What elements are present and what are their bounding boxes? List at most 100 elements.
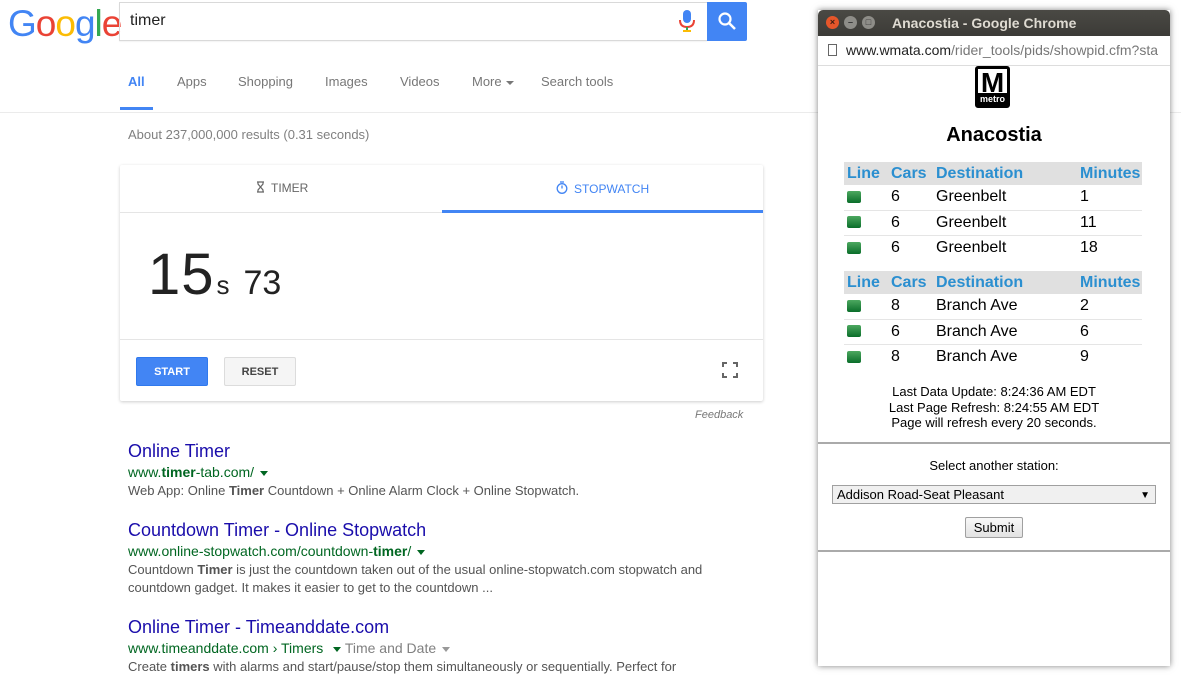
stopwatch-tabbar: TIMER STOPWATCH xyxy=(120,165,763,213)
divider xyxy=(818,442,1170,444)
arrivals-table: Line Cars Destination Minutes 8 Branch A… xyxy=(844,271,1142,369)
header-minutes: Minutes xyxy=(1077,162,1142,185)
snippet-text: Countdown xyxy=(128,562,198,577)
line-cell xyxy=(844,294,888,320)
snippet-text: with alarms and start/pause/stop them si… xyxy=(209,659,677,674)
tab-images[interactable]: Images xyxy=(325,74,368,89)
snippet-highlight: timers xyxy=(170,659,210,674)
chrome-popup-window: × – □ Anacostia - Google Chrome www.wmat… xyxy=(818,10,1170,666)
cars-cell: 8 xyxy=(888,294,933,320)
maximize-icon[interactable]: □ xyxy=(862,16,875,29)
stopwatch-seconds-unit: s xyxy=(216,270,230,300)
result-breadcrumb-source: Time and Date xyxy=(344,640,437,656)
line-cell xyxy=(844,185,888,211)
header-destination: Destination xyxy=(933,162,1077,185)
divider xyxy=(120,339,763,340)
result-title[interactable]: Countdown Timer - Online Stopwatch xyxy=(128,520,748,541)
result-title[interactable]: Online Timer xyxy=(128,441,748,462)
tab-more[interactable]: More xyxy=(472,74,514,89)
cars-cell: 6 xyxy=(888,319,933,345)
tab-videos[interactable]: Videos xyxy=(400,74,440,89)
screen: Google timer All Apps Shopping Images Vi… xyxy=(0,0,1181,675)
reset-button[interactable]: RESET xyxy=(224,357,296,386)
station-select[interactable]: Addison Road-Seat Pleasant ▼ xyxy=(832,485,1156,504)
snippet-text: Web App: Online xyxy=(128,483,229,498)
google-logo[interactable]: Google xyxy=(8,3,122,45)
header-minutes: Minutes xyxy=(1077,271,1142,294)
cars-cell: 6 xyxy=(891,238,900,256)
minimize-icon[interactable]: – xyxy=(844,16,857,29)
snippet-text: Countdown + Online Alarm Clock + Online … xyxy=(264,483,580,498)
microphone-icon[interactable] xyxy=(678,9,696,33)
tab-apps[interactable]: Apps xyxy=(177,74,207,89)
result-title[interactable]: Online Timer - Timeanddate.com xyxy=(128,617,748,638)
close-icon[interactable]: × xyxy=(826,16,839,29)
caret-down-icon[interactable] xyxy=(260,470,269,476)
table-row: 8 Branch Ave 2 xyxy=(844,294,1142,320)
address-host: www.wmata.com xyxy=(846,42,952,58)
result-url-text: www. xyxy=(128,464,162,480)
snippet-highlight: Timer xyxy=(197,562,233,577)
header-destination: Destination xyxy=(933,271,1077,294)
cars-cell: 6 xyxy=(888,185,933,211)
feedback-link[interactable]: Feedback xyxy=(695,409,743,421)
active-tab-indicator xyxy=(120,107,153,110)
result-url-highlight: timer xyxy=(373,543,408,559)
table-row: 6 Greenbelt 11 xyxy=(844,210,1142,236)
tab-shopping[interactable]: Shopping xyxy=(238,74,293,89)
caret-down-icon[interactable] xyxy=(442,646,451,652)
result-url: www.timeanddate.com › Timers Time and Da… xyxy=(128,640,748,656)
active-tab-indicator xyxy=(442,210,763,213)
cars-cell: 6 xyxy=(888,210,933,236)
tab-timer[interactable]: TIMER xyxy=(256,181,308,195)
search-icon xyxy=(718,12,736,30)
table-header-row: Line Cars Destination Minutes xyxy=(844,271,1142,294)
start-button[interactable]: START xyxy=(136,357,208,386)
caret-down-icon[interactable] xyxy=(333,646,342,652)
arrivals-table: Line Cars Destination Minutes 6 Greenbel… xyxy=(844,162,1142,260)
destination-cell: Greenbelt xyxy=(936,238,1007,256)
snippet-text: Create xyxy=(128,659,171,674)
result-url-text: -tab.com/ xyxy=(195,464,255,480)
window-titlebar[interactable]: × – □ Anacostia - Google Chrome xyxy=(818,10,1170,36)
minutes-cell: 18 xyxy=(1080,238,1098,256)
minutes-cell: 11 xyxy=(1077,210,1142,236)
address-url[interactable]: www.wmata.com/rider_tools/pids/showpid.c… xyxy=(846,42,1158,58)
minutes-cell: 6 xyxy=(1077,319,1142,345)
header-cars: Cars xyxy=(888,271,933,294)
station-name: Anacostia xyxy=(946,124,1042,146)
metro-logo: M metro xyxy=(975,66,1010,108)
result-stats: About 237,000,000 results (0.31 seconds) xyxy=(128,127,370,142)
window-title: Anacostia - Google Chrome xyxy=(892,15,1077,31)
caret-down-icon xyxy=(505,80,514,85)
search-button[interactable] xyxy=(707,2,747,41)
tab-more-label: More xyxy=(472,74,502,89)
green-line-icon xyxy=(847,350,861,363)
caret-down-icon[interactable] xyxy=(417,549,426,555)
table-row: 6 Greenbelt 18 xyxy=(844,235,1142,260)
update-info: Last Data Update: 8:24:36 AM EDT Last Pa… xyxy=(818,384,1170,431)
destination-cell: Greenbelt xyxy=(933,210,1077,236)
line-cell xyxy=(844,344,888,369)
address-bar[interactable]: www.wmata.com/rider_tools/pids/showpid.c… xyxy=(818,36,1170,66)
stopwatch-card: TIMER STOPWATCH 15s 73 START RESET xyxy=(120,165,763,401)
destination-cell: Branch Ave xyxy=(936,347,1018,365)
tab-all[interactable]: All xyxy=(128,74,145,89)
tab-search-tools[interactable]: Search tools xyxy=(541,74,613,89)
minutes-cell: 9 xyxy=(1080,347,1089,365)
green-line-icon xyxy=(847,241,861,254)
destination-cell: Greenbelt xyxy=(933,185,1077,211)
green-line-icon xyxy=(847,216,861,229)
submit-button[interactable]: Submit xyxy=(965,517,1023,538)
refresh-note: Page will refresh every 20 seconds. xyxy=(891,415,1097,430)
address-path: /rider_tools/pids/showpid.cfm?sta xyxy=(951,42,1159,58)
search-result: Online Timer - Timeanddate.com www.timea… xyxy=(128,617,748,675)
stopwatch-display: 15s 73 xyxy=(148,241,281,308)
search-input[interactable]: timer xyxy=(130,12,166,30)
tab-stopwatch[interactable]: STOPWATCH xyxy=(556,181,649,196)
fullscreen-icon[interactable] xyxy=(722,362,738,378)
stopwatch-seconds: 15 xyxy=(148,242,215,307)
minutes-cell: 2 xyxy=(1077,294,1142,320)
search-box[interactable]: timer xyxy=(119,2,707,41)
header-line: Line xyxy=(844,271,888,294)
